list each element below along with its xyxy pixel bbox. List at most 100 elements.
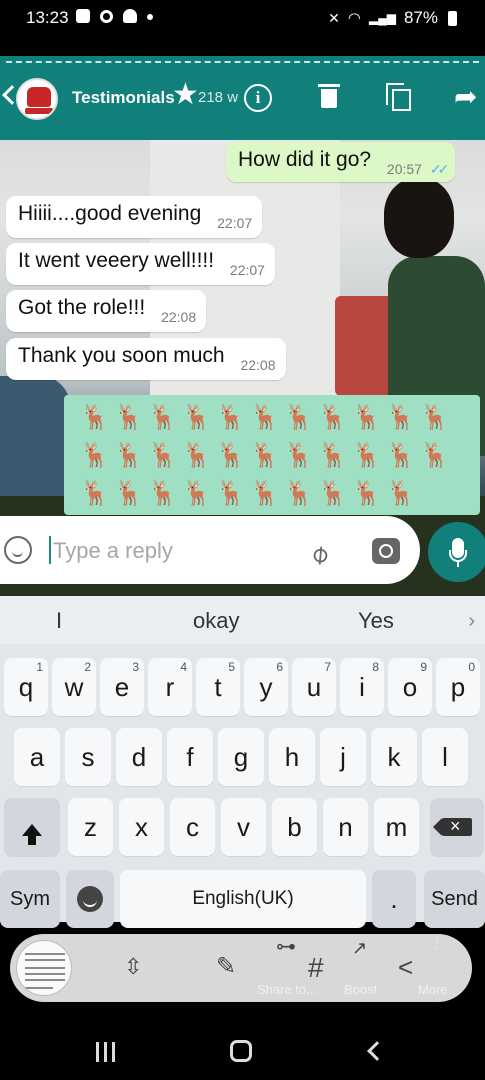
key-u[interactable]: u7: [292, 658, 336, 716]
battery-icon: [448, 10, 457, 26]
key-number-hint: 8: [372, 660, 379, 674]
share-alt-icon[interactable]: <: [398, 952, 413, 983]
message-bubble-incoming[interactable]: Got the role!!! 22:08: [6, 290, 207, 332]
message-bubble-incoming[interactable]: Hiiii....good evening 22:07: [6, 196, 263, 238]
reply-input[interactable]: Type a reply: [53, 538, 173, 564]
deer-emoji: 🦌: [386, 442, 416, 469]
voice-record-button[interactable]: [428, 522, 485, 582]
deer-emoji: 🦌: [148, 480, 178, 507]
key-i[interactable]: i8: [340, 658, 384, 716]
share-label[interactable]: Share to...: [257, 982, 317, 997]
copy-icon[interactable]: [386, 83, 412, 111]
key-h[interactable]: h: [269, 728, 315, 786]
recents-button[interactable]: [96, 1042, 118, 1062]
period-key[interactable]: .: [372, 870, 416, 928]
key-z[interactable]: z: [68, 798, 113, 856]
screenshot-thumbnail[interactable]: [16, 940, 72, 996]
shift-icon: [22, 824, 42, 845]
key-label: g: [233, 742, 249, 772]
key-label: q: [18, 672, 34, 702]
chat-title[interactable]: Testimonials: [72, 88, 175, 108]
key-d[interactable]: d: [116, 728, 162, 786]
key-x[interactable]: x: [119, 798, 164, 856]
delete-icon[interactable]: [318, 84, 340, 108]
suggestion-item[interactable]: okay: [193, 608, 239, 634]
key-m[interactable]: m: [374, 798, 419, 856]
key-v[interactable]: v: [221, 798, 266, 856]
key-o[interactable]: o9: [388, 658, 432, 716]
deer-emoji: 🦌: [182, 404, 212, 431]
key-j[interactable]: j: [320, 728, 366, 786]
key-k[interactable]: k: [371, 728, 417, 786]
more-options-icon[interactable]: ⋮: [430, 934, 444, 951]
back-button[interactable]: [367, 1041, 387, 1061]
key-f[interactable]: f: [167, 728, 213, 786]
info-icon[interactable]: i: [244, 84, 272, 112]
deer-emoji: 🦌: [80, 404, 110, 431]
backspace-key[interactable]: [430, 797, 484, 856]
camera-icon[interactable]: [372, 538, 400, 564]
emoji-message-bubble[interactable]: 🦌 🦌 🦌 🦌 🦌 🦌 🦌 🦌 🦌 🦌 🦌 🦌 🦌 🦌 🦌 🦌 🦌 🦌 🦌 🦌 🦌 🦌 🦌 🦌 🦌 🦌 🦌 🦌 🦌 🦌 🦌 🦌: [64, 395, 480, 515]
deer-emoji: 🦌: [182, 442, 212, 469]
key-label: e: [114, 672, 130, 702]
key-c[interactable]: c: [170, 798, 215, 856]
key-label: t: [214, 672, 222, 702]
key-g[interactable]: g: [218, 728, 264, 786]
key-l[interactable]: l: [422, 728, 468, 786]
message-text: Hiiii....good evening: [18, 202, 202, 225]
emoji-picker-icon[interactable]: [4, 536, 32, 564]
key-a[interactable]: a: [14, 728, 60, 786]
more-label[interactable]: More: [418, 982, 448, 997]
shift-key[interactable]: [4, 798, 60, 856]
send-key[interactable]: Send: [424, 870, 485, 928]
message-bubble-incoming[interactable]: It went veeery well!!!! 22:07: [6, 243, 275, 285]
phone-screen: 13:23 ✕ ◠ ▂▄▆ 87% Testimonials 218 w ★ i…: [0, 0, 485, 1080]
edit-icon[interactable]: ✎: [216, 952, 236, 981]
key-e[interactable]: e3: [100, 658, 144, 716]
space-key[interactable]: English(UK): [120, 870, 366, 928]
hashtag-icon[interactable]: #: [308, 952, 324, 984]
key-label: n: [338, 812, 353, 842]
suggestion-item[interactable]: I: [56, 608, 62, 634]
message-text: How did it go?: [238, 148, 372, 171]
home-button[interactable]: [230, 1040, 252, 1062]
sym-key[interactable]: Sym: [0, 870, 60, 928]
key-s[interactable]: s: [65, 728, 111, 786]
emoji-key[interactable]: [66, 870, 114, 928]
chevron-right-icon[interactable]: ›: [468, 610, 475, 633]
message-bubble-outgoing[interactable]: How did it go? 20:57 ✓✓: [226, 142, 456, 182]
more-notifications-icon: [147, 14, 153, 20]
key-label: c: [186, 812, 199, 842]
message-time: 22:08: [240, 357, 276, 373]
deer-emoji: 🦌: [182, 480, 212, 507]
contact-avatar[interactable]: [16, 78, 58, 120]
share-icon[interactable]: ⊶: [276, 934, 296, 959]
boost-icon[interactable]: ↗: [352, 938, 367, 959]
key-y[interactable]: y6: [244, 658, 288, 716]
cloud-notification-icon: [123, 9, 137, 23]
suggestion-bar: I okay Yes ›: [0, 596, 485, 644]
key-b[interactable]: b: [272, 798, 317, 856]
deer-emoji: 🦌: [352, 480, 382, 507]
message-text: Got the role!!!: [18, 296, 146, 319]
key-n[interactable]: n: [323, 798, 368, 856]
deer-emoji: 🦌: [148, 404, 178, 431]
key-w[interactable]: w2: [52, 658, 96, 716]
key-r[interactable]: r4: [148, 658, 192, 716]
attach-icon[interactable]: ⌀: [303, 532, 341, 570]
scroll-capture-icon[interactable]: ⇳: [124, 954, 142, 980]
deer-emoji: 🦌: [284, 442, 314, 469]
key-t[interactable]: t5: [196, 658, 240, 716]
star-icon[interactable]: ★: [172, 80, 199, 110]
system-icons: ✕ ◠ ▂▄▆ 87%: [328, 8, 457, 28]
boost-label[interactable]: Boost: [344, 982, 377, 997]
forward-icon[interactable]: ➦: [454, 83, 477, 111]
key-label: k: [387, 742, 401, 772]
suggestion-item[interactable]: Yes: [358, 608, 394, 634]
message-time: 22:08: [161, 309, 197, 325]
wallpaper-left-child: [0, 376, 70, 516]
key-q[interactable]: q1: [4, 658, 48, 716]
key-p[interactable]: p0: [436, 658, 480, 716]
message-bubble-incoming[interactable]: Thank you soon much 22:08: [6, 338, 286, 380]
key-number-hint: 5: [228, 660, 235, 674]
